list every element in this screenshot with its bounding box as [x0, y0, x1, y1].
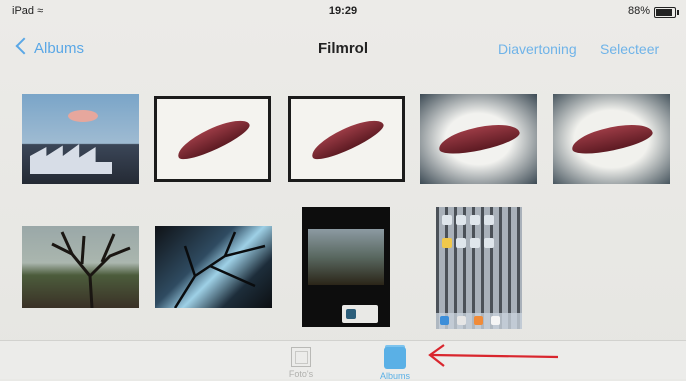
photo-thumbnail-screenshot-ipad[interactable] [436, 207, 522, 329]
status-time: 19:29 [328, 5, 358, 17]
tab-albums[interactable]: Albums [372, 347, 418, 381]
albums-icon [384, 347, 406, 369]
tab-albums-label: Albums [379, 371, 410, 381]
photos-icon [291, 347, 311, 367]
battery-icon [654, 7, 679, 18]
select-button[interactable]: Selecteer [600, 41, 659, 57]
page-title: Filmrol [317, 40, 368, 57]
battery-percent: 88% [627, 5, 650, 17]
annotation-arrow [428, 344, 559, 367]
tab-photos[interactable]: Foto's [276, 347, 326, 379]
photo-thumbnail-screenshot-dark[interactable] [302, 207, 390, 327]
photo-thumbnail-tree-field[interactable] [22, 226, 139, 308]
photo-thumbnail-leaf-4[interactable] [553, 94, 670, 184]
photo-thumbnail-tree-blue[interactable] [155, 226, 272, 308]
status-bar: iPad ≈ 19:29 88% [0, 0, 686, 22]
navigation-bar: Albums Filmrol Diavertoning Selecteer [0, 28, 686, 72]
photo-thumbnail-building-sky[interactable] [22, 94, 139, 184]
photo-thumbnail-leaf-3[interactable] [420, 94, 537, 184]
photo-thumbnail-leaf-2[interactable] [288, 96, 405, 182]
screen: iPad ≈ 19:29 88% Albums Filmrol Diaverto… [0, 0, 686, 381]
photo-thumbnail-leaf-1[interactable] [154, 96, 271, 182]
slideshow-button[interactable]: Diavertoning [498, 41, 577, 57]
tab-bar: Foto's Albums [0, 340, 686, 381]
